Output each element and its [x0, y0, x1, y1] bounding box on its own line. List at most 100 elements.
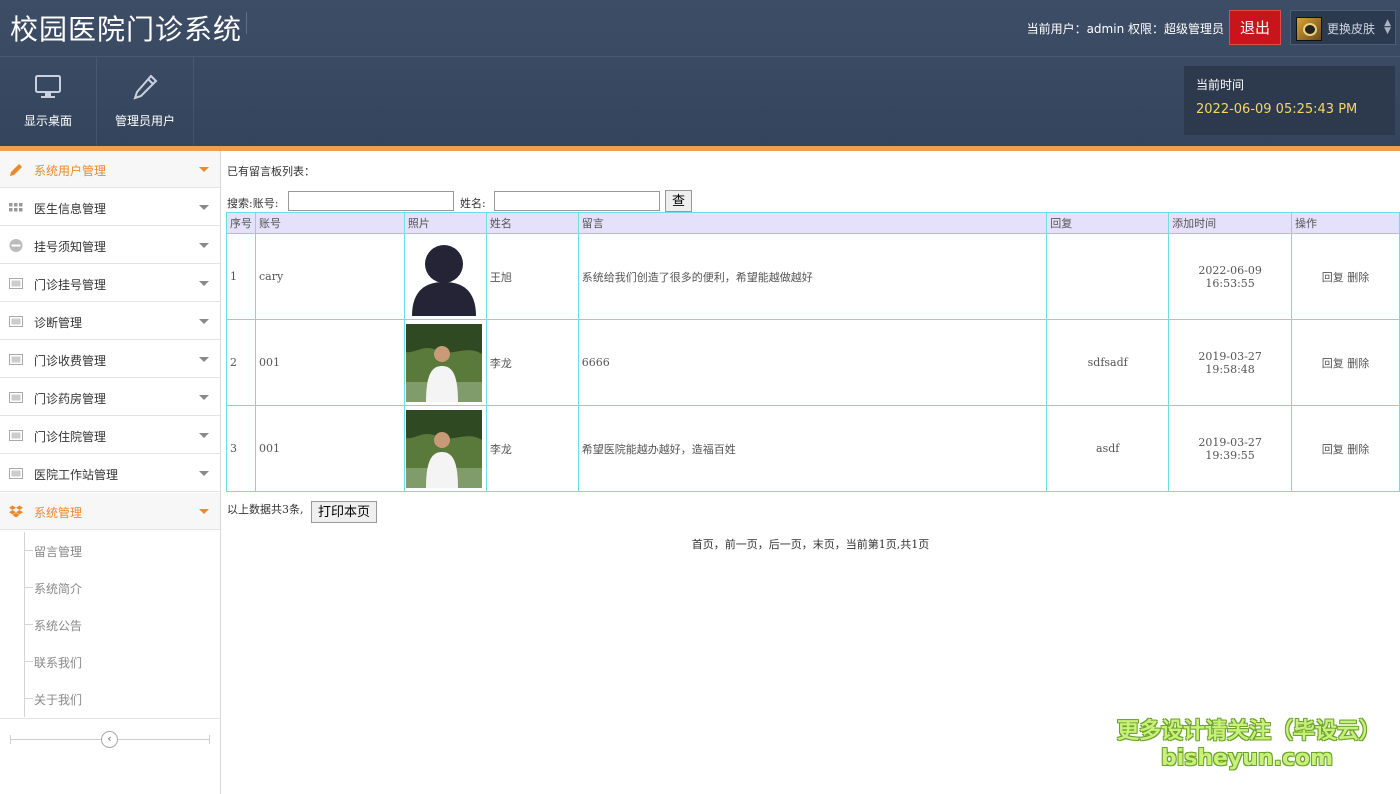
watermark-line-1: 更多设计请关注（毕设云）	[1117, 719, 1382, 744]
dropbox-icon	[9, 505, 23, 518]
cell-account: 001	[254, 319, 405, 406]
column-header-account: 账号	[254, 212, 405, 234]
column-header-actions: 操作	[1291, 212, 1400, 234]
cell-reply	[1046, 233, 1170, 320]
sidebar-item-system-management[interactable]: 系统管理	[0, 493, 220, 530]
cell-message: 希望医院能越办越好，造福百姓	[577, 405, 1048, 492]
sidebar-item-workstation[interactable]: 医院工作站管理	[0, 455, 220, 492]
cell-account: cary	[254, 233, 405, 320]
column-header-message: 留言	[577, 212, 1048, 234]
table-row: 2 001 李龙 6666 sdfsadf 2019-03-27 19:58:4…	[226, 319, 1400, 406]
pencil-icon	[133, 74, 158, 100]
submenu-item-contact[interactable]: 联系我们	[24, 643, 220, 680]
sidebar-item-diagnosis[interactable]: 诊断管理	[0, 303, 220, 340]
sidebar-divider	[0, 718, 220, 719]
page-title: 已有留言板列表：	[227, 165, 315, 178]
submenu-item-about[interactable]: 关于我们	[24, 680, 220, 717]
cell-name: 李龙	[485, 319, 579, 406]
sidebar-item-label: 医院工作站管理	[34, 468, 119, 482]
caret-down-icon	[199, 281, 209, 286]
main-content: 已有留言板列表： 搜索:账号: 姓名: 查找 序号 账号 照片 姓名 留言 回复…	[221, 151, 1400, 794]
cell-actions: 回复 删除	[1291, 319, 1400, 406]
person-photo	[405, 409, 482, 488]
caret-down-icon	[199, 509, 209, 514]
cell-time: 2019-03-27 19:58:48	[1168, 319, 1293, 406]
toolbar-show-desktop[interactable]: 显示桌面	[0, 57, 97, 146]
pagination[interactable]: 首页，前一页，后一页，末页，当前第1页,共1页	[221, 536, 1400, 552]
image-icon	[9, 430, 23, 441]
toolbar-item-label: 显示桌面	[23, 114, 72, 128]
submenu-item-announcement[interactable]: 系统公告	[24, 606, 220, 643]
sidebar-item-hospitalization[interactable]: 门诊住院管理	[0, 417, 220, 454]
image-icon	[9, 354, 23, 365]
submenu-item-label: 系统简介	[34, 582, 83, 596]
submenu-item-intro[interactable]: 系统简介	[24, 569, 220, 606]
cell-photo	[403, 405, 487, 492]
sidebar-item-label: 医生信息管理	[34, 202, 107, 216]
sidebar-item-pharmacy[interactable]: 门诊药房管理	[0, 379, 220, 416]
sidebar-item-outpatient-charge[interactable]: 门诊收费管理	[0, 341, 220, 378]
table-header-row: 序号 账号 照片 姓名 留言 回复 添加时间 操作	[226, 212, 1400, 234]
sidebar: 系统用户管理 医生信息管理 挂号须知管理 门诊挂号管理 诊断管理 门诊收费管理 …	[0, 151, 221, 794]
delete-link[interactable]: 删除	[1347, 357, 1369, 370]
toolbar-admin-user[interactable]: 管理员用户	[97, 57, 194, 146]
skin-select[interactable]: 更换皮肤 ▲ ▼	[1290, 10, 1396, 45]
current-time-value: 2022-06-09 05:25:43 PM	[1196, 102, 1358, 117]
sidebar-item-doctor-info[interactable]: 医生信息管理	[0, 189, 220, 226]
name-search-label: 姓名:	[460, 197, 486, 210]
caret-down-icon	[199, 167, 209, 172]
caret-down-icon	[199, 243, 209, 248]
cell-message: 系统给我们创造了很多的便利，希望能越做越好	[577, 233, 1048, 320]
reply-link[interactable]: 回复	[1322, 443, 1344, 456]
search-button[interactable]: 查找	[665, 190, 693, 228]
account-search-input[interactable]	[288, 191, 454, 211]
cell-actions: 回复 删除	[1291, 233, 1400, 320]
logout-button[interactable]: 退出	[1229, 10, 1281, 45]
reply-link[interactable]: 回复	[1322, 357, 1344, 370]
current-user-info: 当前用户：admin 权限：超级管理员	[1026, 22, 1224, 36]
table-row: 3 001 李龙 希望医院能越办越好，造福百姓 asdf 2019-03-27 …	[226, 405, 1400, 492]
minus-circle-icon	[9, 239, 23, 252]
cell-photo	[403, 319, 487, 406]
sidebar-item-registration-notice[interactable]: 挂号须知管理	[0, 227, 220, 264]
cell-no: 3	[226, 405, 256, 492]
cell-actions: 回复 删除	[1291, 405, 1400, 492]
print-page-button[interactable]: 打印本页	[311, 501, 378, 523]
watermark: 更多设计请关注（毕设云） bisheyun.com	[1117, 718, 1382, 772]
caret-down-icon	[199, 357, 209, 362]
watermark-line-2: bisheyun.com	[1160, 746, 1334, 771]
sidebar-item-label: 挂号须知管理	[34, 240, 107, 254]
cell-reply: sdfsadf	[1046, 319, 1170, 406]
avatar-placeholder-icon	[405, 237, 482, 316]
image-icon	[9, 392, 23, 403]
reply-link[interactable]: 回复	[1322, 271, 1344, 284]
sidebar-item-system-user[interactable]: 系统用户管理	[0, 151, 220, 188]
account-search-label: 搜索:账号:	[227, 197, 279, 210]
name-search-input[interactable]	[494, 191, 660, 211]
sidebar-item-outpatient-registration[interactable]: 门诊挂号管理	[0, 265, 220, 302]
column-header-name: 姓名	[485, 212, 579, 234]
sidebar-item-label: 系统用户管理	[34, 164, 107, 178]
grid-icon	[9, 203, 23, 212]
cell-time: 2019-03-27 19:39:55	[1168, 405, 1293, 492]
delete-link[interactable]: 删除	[1347, 443, 1369, 456]
image-icon	[9, 468, 23, 479]
cell-account: 001	[254, 405, 405, 492]
cell-reply: asdf	[1046, 405, 1170, 492]
delete-link[interactable]: 删除	[1347, 271, 1369, 284]
submenu-item-label: 留言管理	[34, 545, 83, 559]
submenu-item-message[interactable]: 留言管理	[24, 532, 220, 569]
cell-message: 6666	[577, 319, 1048, 406]
sidebar-item-label: 门诊住院管理	[34, 430, 107, 444]
sidebar-item-label: 系统管理	[34, 506, 83, 520]
submenu-item-label: 系统公告	[34, 619, 83, 633]
skin-thumbnail-icon	[1296, 17, 1322, 41]
column-header-no: 序号	[226, 212, 256, 234]
message-table: 序号 账号 照片 姓名 留言 回复 添加时间 操作 1 cary 王旭 系统给我…	[226, 212, 1400, 492]
current-time-label: 当前时间	[1196, 78, 1245, 92]
image-icon	[9, 316, 23, 327]
caret-down-icon	[199, 205, 209, 210]
caret-down-icon	[199, 471, 209, 476]
sidebar-collapse-button[interactable]: ‹	[101, 731, 118, 748]
image-icon	[9, 278, 23, 289]
